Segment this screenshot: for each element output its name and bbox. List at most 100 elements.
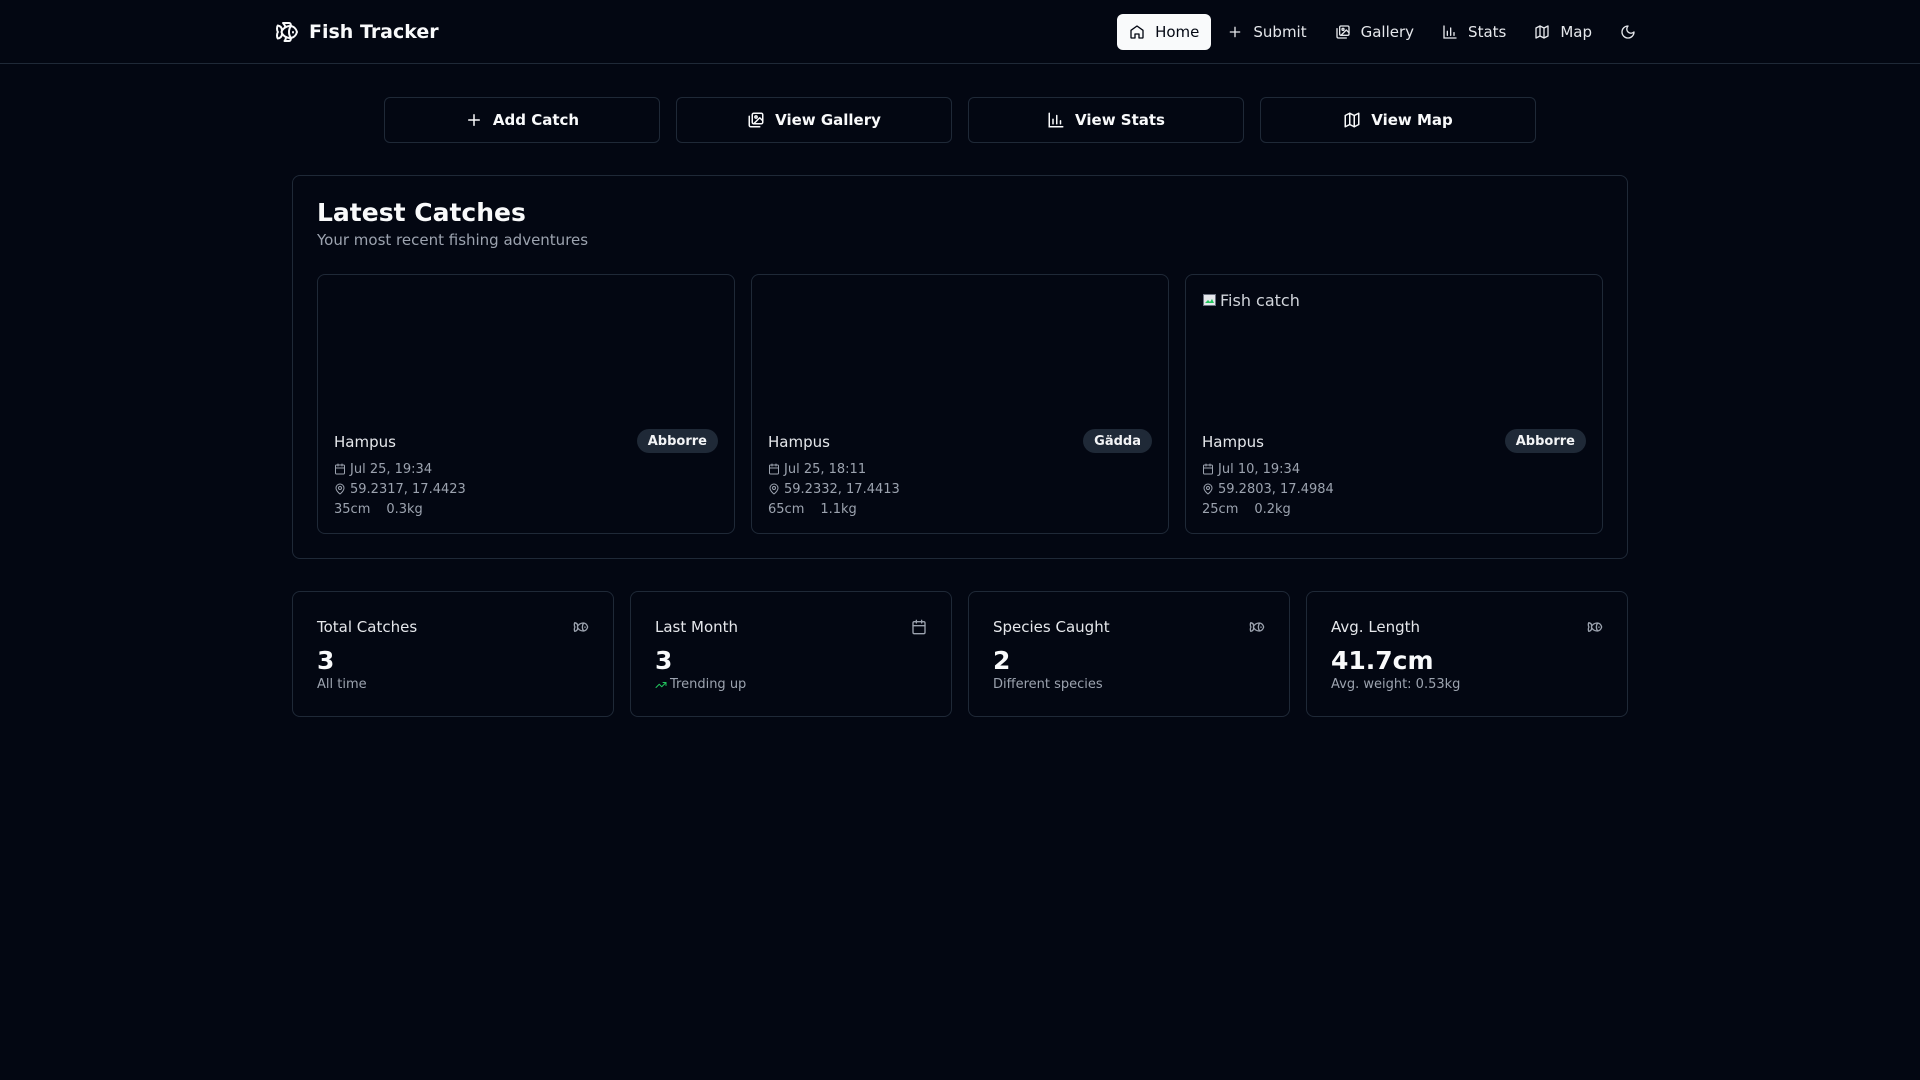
stat-value: 2 — [993, 646, 1011, 675]
species-badge: Abborre — [636, 429, 718, 453]
catch-meta: Jul 25, 19:34 59.2317, 17.4423 35cm 0.3k… — [334, 461, 466, 517]
nav-gallery[interactable]: Gallery — [1323, 14, 1426, 50]
stat-note: Different species — [993, 677, 1103, 692]
stat-note: Trending up — [655, 677, 746, 692]
app-title: Fish Tracker — [309, 21, 439, 43]
view-stats-label: View Stats — [1075, 111, 1165, 129]
plus-icon — [465, 111, 483, 129]
nav-submit[interactable]: Submit — [1215, 14, 1318, 50]
catch-size-row: 35cm 0.3kg — [334, 501, 466, 517]
map-icon — [1343, 111, 1361, 129]
catch-list: Hampus Abborre Jul 25, 19:34 59.2317, 17… — [317, 274, 1603, 534]
stats-grid: Total Catches 3 All time Last Month 3 Tr… — [292, 591, 1628, 717]
catch-angler: Hampus — [1202, 433, 1264, 451]
catch-date-row: Jul 25, 19:34 — [334, 461, 466, 477]
stat-note-text: Trending up — [670, 677, 747, 692]
view-map-label: View Map — [1371, 111, 1453, 129]
stat-species-caught: Species Caught 2 Different species — [968, 591, 1290, 717]
stat-note-text: Avg. weight: 0.53kg — [1331, 677, 1461, 692]
catch-meta: Jul 25, 18:11 59.2332, 17.4413 65cm 1.1k… — [768, 461, 900, 517]
stat-title: Total Catches — [317, 618, 418, 636]
calendar-icon — [768, 463, 780, 475]
stat-total-catches: Total Catches 3 All time — [292, 591, 614, 717]
quick-actions: Add Catch View Gallery View Stats View M… — [384, 97, 1536, 143]
catch-card[interactable]: Fish catch Hampus Abborre Jul 10, 19:34 … — [1185, 274, 1603, 534]
app-header: Fish Tracker Home Submit Gallery Stats M… — [0, 0, 1920, 64]
catch-coords: 59.2317, 17.4423 — [350, 481, 466, 497]
catch-card[interactable]: Hampus Gädda Jul 25, 18:11 59.2332, 17.4… — [751, 274, 1169, 534]
view-gallery-label: View Gallery — [775, 111, 881, 129]
calendar-icon — [911, 619, 927, 635]
nav-home[interactable]: Home — [1117, 14, 1212, 50]
catch-coords: 59.2332, 17.4413 — [784, 481, 900, 497]
stat-value: 41.7cm — [1331, 646, 1434, 675]
moon-icon — [1620, 24, 1636, 40]
trending-up-icon — [655, 679, 667, 691]
latest-catches-panel: Latest Catches Your most recent fishing … — [292, 175, 1628, 559]
fish-icon — [573, 619, 589, 635]
stat-note: All time — [317, 677, 367, 692]
view-map-button[interactable]: View Map — [1260, 97, 1536, 143]
fish-icon — [1587, 619, 1603, 635]
bar-chart-icon — [1442, 24, 1458, 40]
nav-stats-label: Stats — [1468, 23, 1507, 41]
theme-toggle-button[interactable] — [1610, 14, 1646, 50]
map-pin-icon — [1202, 483, 1214, 495]
bar-chart-icon — [1047, 111, 1065, 129]
brand[interactable]: Fish Tracker — [275, 0, 439, 64]
catch-weight: 0.2kg — [1254, 501, 1291, 517]
catch-weight: 1.1kg — [820, 501, 857, 517]
panel-title: Latest Catches — [317, 198, 526, 227]
fish-icon — [275, 20, 299, 44]
broken-image-icon — [1202, 292, 1218, 308]
nav-home-label: Home — [1155, 23, 1200, 41]
catch-angler: Hampus — [334, 433, 396, 451]
gallery-icon — [1335, 24, 1351, 40]
main-nav: Home Submit Gallery Stats Map — [1117, 14, 1646, 50]
stat-last-month: Last Month 3 Trending up — [630, 591, 952, 717]
catch-image-alt: Fish catch — [1220, 291, 1300, 310]
view-gallery-button[interactable]: View Gallery — [676, 97, 952, 143]
catch-date: Jul 10, 19:34 — [1218, 461, 1301, 477]
calendar-icon — [1202, 463, 1214, 475]
catch-date-row: Jul 10, 19:34 — [1202, 461, 1334, 477]
catch-size-row: 25cm 0.2kg — [1202, 501, 1334, 517]
catch-card[interactable]: Hampus Abborre Jul 25, 19:34 59.2317, 17… — [317, 274, 735, 534]
map-pin-icon — [334, 483, 346, 495]
nav-gallery-label: Gallery — [1360, 23, 1415, 41]
fish-icon — [1249, 619, 1265, 635]
nav-map[interactable]: Map — [1522, 14, 1604, 50]
panel-subtitle: Your most recent fishing adventures — [317, 231, 589, 249]
stat-note: Avg. weight: 0.53kg — [1331, 677, 1460, 692]
calendar-icon — [334, 463, 346, 475]
catch-location-row: 59.2332, 17.4413 — [768, 481, 900, 497]
view-stats-button[interactable]: View Stats — [968, 97, 1244, 143]
catch-image — [768, 291, 1152, 421]
catch-length: 25cm — [1202, 501, 1239, 517]
map-icon — [1534, 24, 1550, 40]
stat-title: Species Caught — [993, 618, 1110, 636]
map-pin-icon — [768, 483, 780, 495]
catch-location-row: 59.2803, 17.4984 — [1202, 481, 1334, 497]
stat-title: Avg. Length — [1331, 618, 1421, 636]
catch-length: 35cm — [334, 501, 371, 517]
catch-date: Jul 25, 19:34 — [350, 461, 433, 477]
nav-stats[interactable]: Stats — [1430, 14, 1518, 50]
home-icon — [1129, 24, 1145, 40]
catch-date-row: Jul 25, 18:11 — [768, 461, 900, 477]
catch-angler: Hampus — [768, 433, 830, 451]
catch-weight: 0.3kg — [386, 501, 423, 517]
nav-submit-label: Submit — [1253, 23, 1307, 41]
gallery-icon — [747, 111, 765, 129]
species-badge: Abborre — [1504, 429, 1586, 453]
stat-value: 3 — [655, 646, 673, 675]
add-catch-button[interactable]: Add Catch — [384, 97, 660, 143]
catch-meta: Jul 10, 19:34 59.2803, 17.4984 25cm 0.2k… — [1202, 461, 1334, 517]
stat-value: 3 — [317, 646, 335, 675]
add-catch-label: Add Catch — [492, 111, 580, 129]
catch-coords: 59.2803, 17.4984 — [1218, 481, 1334, 497]
stat-note-text: Different species — [993, 677, 1103, 692]
stat-note-text: All time — [317, 677, 367, 692]
catch-image: Fish catch — [1202, 291, 1586, 421]
stat-title: Last Month — [655, 618, 739, 636]
